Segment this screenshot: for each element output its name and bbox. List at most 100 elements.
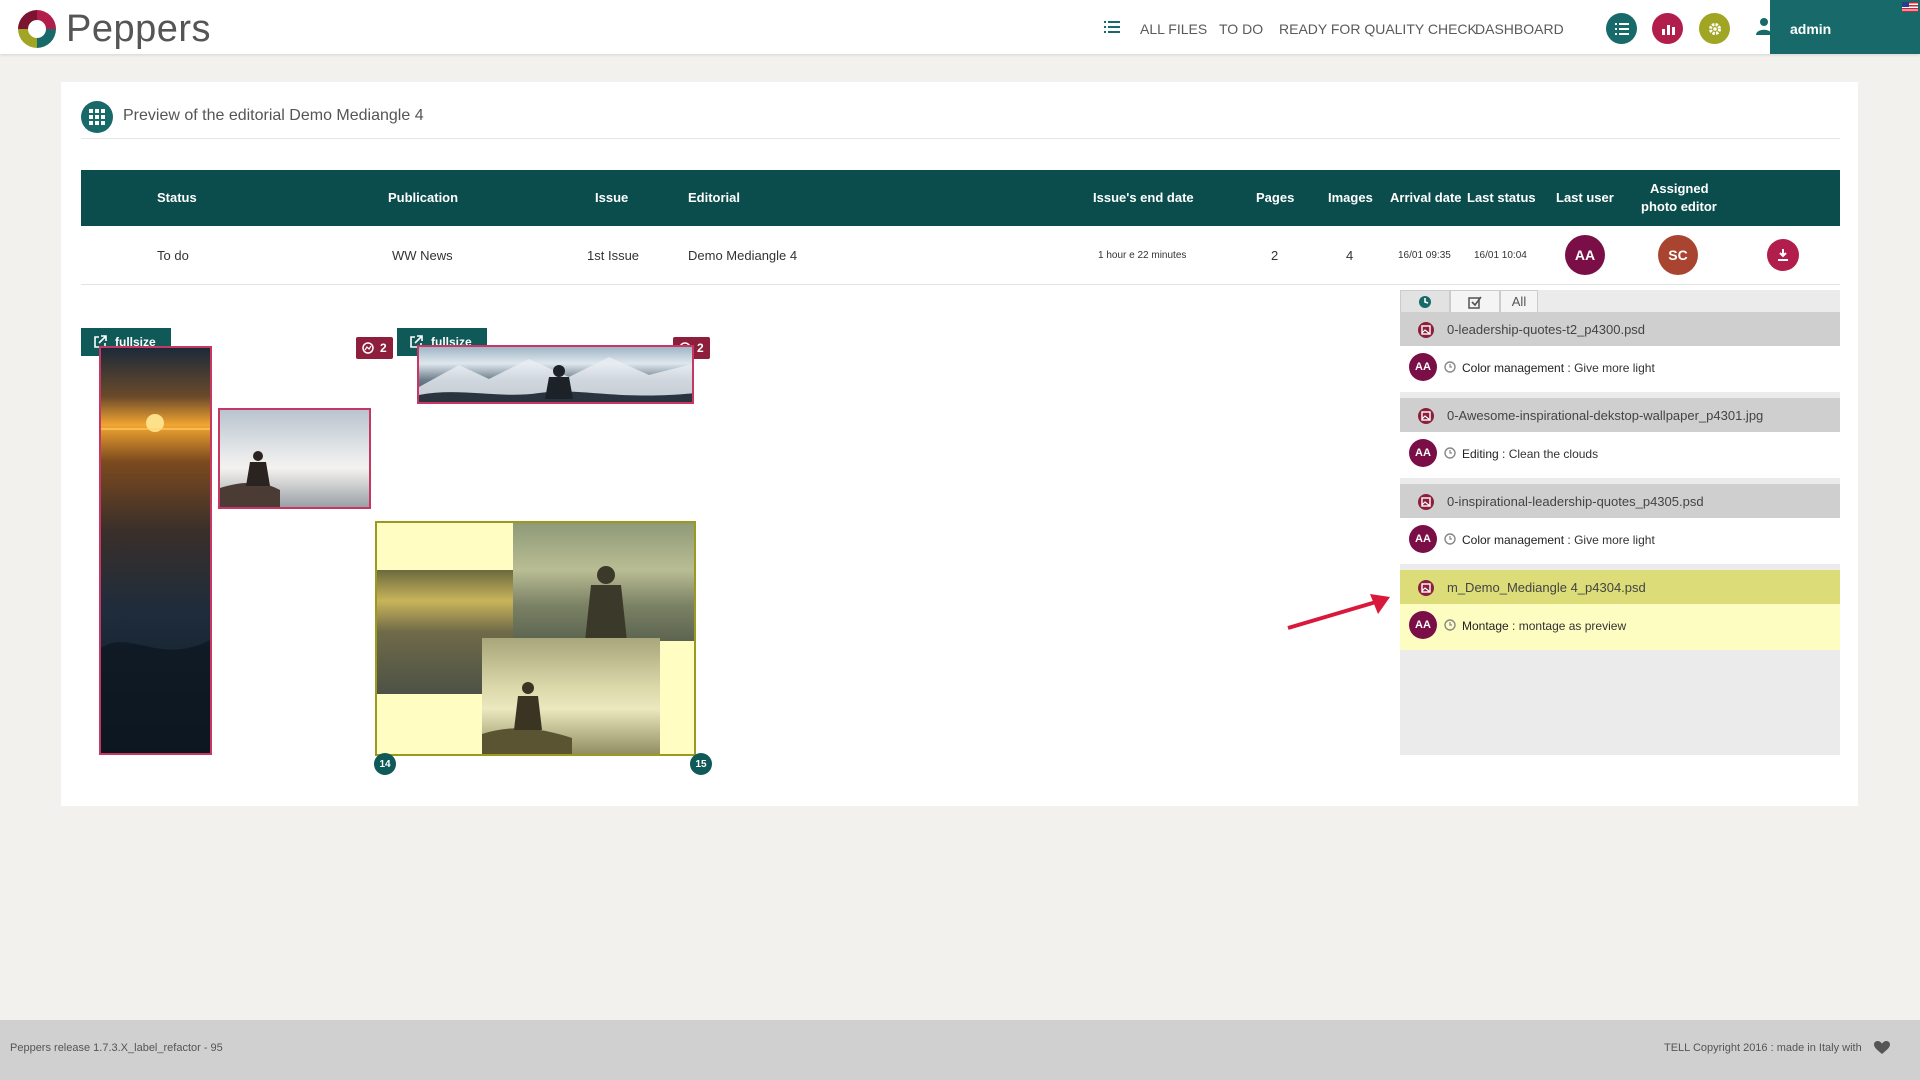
copyright: TELL Copyright 2016 : made in Italy with [1664, 1042, 1862, 1054]
image-icon [1418, 580, 1434, 596]
task-type: Color management [1462, 361, 1565, 375]
col-pages[interactable]: Pages [1256, 189, 1294, 207]
page-title: Preview of the editorial Demo Mediangle … [123, 107, 424, 124]
task-user-avatar[interactable]: AA [1409, 353, 1437, 381]
row-publication: WW News [392, 248, 453, 263]
clock-icon [1444, 361, 1456, 373]
row-images: 4 [1346, 248, 1354, 263]
divider [81, 284, 1840, 285]
task-user-avatar[interactable]: AA [1409, 439, 1437, 467]
download-icon [1778, 249, 1788, 261]
chart-icon [1661, 24, 1675, 35]
col-publication[interactable]: Publication [388, 189, 458, 207]
file-name[interactable]: 0-Awesome-inspirational-dekstop-wallpape… [1447, 408, 1763, 423]
task-user-avatar[interactable]: AA [1409, 611, 1437, 639]
row-editorial[interactable]: Demo Mediangle 4 [688, 248, 797, 263]
row-pages: 2 [1271, 248, 1279, 263]
col-arrival-date[interactable]: Arrival date [1390, 189, 1462, 207]
task-note: Give more light [1574, 361, 1655, 375]
photo-sunset[interactable] [99, 346, 212, 755]
nav-dashboard[interactable]: DASHBOARD [1475, 21, 1564, 37]
page-number-right[interactable]: 15 [690, 753, 712, 775]
col-end-date[interactable]: Issue's end date [1093, 189, 1194, 207]
col-status[interactable]: Status [157, 189, 197, 207]
tab-all[interactable]: All [1500, 290, 1538, 312]
mountain-shape [419, 357, 692, 402]
heart-icon [1874, 1041, 1890, 1054]
image-count-badge[interactable]: 2 [356, 337, 393, 359]
task-note: montage as preview [1518, 619, 1627, 633]
col-last-status[interactable]: Last status [1467, 189, 1536, 207]
task-type: Color management [1462, 533, 1565, 547]
col-photo-editor-label[interactable]: photo editor [1641, 198, 1717, 216]
clock-icon [1444, 447, 1456, 459]
task-note: Give more light [1574, 533, 1655, 547]
release-info: Peppers release 1.7.3.X_label_refactor -… [10, 1042, 223, 1054]
task-description: Editing : Clean the clouds [1462, 447, 1598, 461]
tab-in-progress[interactable] [1400, 290, 1450, 312]
list-view-button[interactable] [1606, 13, 1637, 44]
col-last-user[interactable]: Last user [1556, 189, 1614, 207]
photo-clouds[interactable] [218, 408, 371, 509]
sun-shape [101, 414, 210, 753]
clock-icon [1419, 295, 1431, 308]
tab-completed[interactable] [1450, 290, 1500, 312]
list-icon [1104, 21, 1120, 33]
row-issue: 1st Issue [587, 248, 640, 263]
nav-all-files[interactable]: ALL FILES [1140, 21, 1207, 37]
task-type: Editing [1462, 447, 1499, 461]
footer [0, 1020, 1920, 1080]
divider [81, 138, 1840, 139]
task-user-avatar[interactable]: AA [1409, 525, 1437, 553]
col-editorial[interactable]: Editorial [688, 189, 740, 207]
image-count: 2 [380, 341, 387, 355]
row-end-date: 1 hour e 22 minutes [1098, 250, 1187, 261]
file-name[interactable]: m_Demo_Mediangle 4_p4304.psd [1447, 580, 1646, 595]
arrow-annotation [1287, 594, 1390, 630]
checkbox-icon [1468, 296, 1482, 309]
gear-icon [1708, 22, 1721, 35]
col-images[interactable]: Images [1328, 189, 1373, 207]
clock-icon [1444, 533, 1456, 545]
task-separator: : [1564, 361, 1575, 375]
person-silhouette [220, 451, 280, 507]
row-status: To do [157, 248, 189, 263]
list-icon [1614, 22, 1629, 35]
task-type: Montage [1462, 619, 1509, 633]
image-count: 2 [697, 341, 704, 355]
image-icon [1418, 408, 1434, 424]
download-button[interactable] [1767, 239, 1799, 271]
grid-icon [81, 101, 113, 133]
file-name[interactable]: 0-leadership-quotes-t2_p4300.psd [1447, 322, 1645, 337]
photo-editor-avatar[interactable]: SC [1658, 235, 1698, 275]
image-icon [362, 342, 374, 354]
flag-icon[interactable] [1902, 2, 1918, 12]
montage-frame[interactable] [375, 521, 696, 756]
photo-landscape[interactable] [417, 345, 694, 404]
task-separator: : [1508, 619, 1519, 633]
clock-icon [1444, 619, 1456, 631]
image-icon [1418, 494, 1434, 510]
task-separator: : [1498, 447, 1509, 461]
nav-to-do[interactable]: TO DO [1219, 21, 1263, 37]
image-icon [1418, 322, 1434, 338]
brand-name[interactable]: Peppers [66, 8, 211, 51]
row-last-status: 16/01 10:04 [1474, 250, 1527, 261]
task-separator: : [1564, 533, 1575, 547]
stats-button[interactable] [1652, 13, 1683, 44]
peppers-logo-icon[interactable] [16, 8, 58, 50]
file-name[interactable]: 0-inspirational-leadership-quotes_p4305.… [1447, 494, 1704, 509]
last-user-avatar[interactable]: AA [1565, 235, 1605, 275]
page-number-left[interactable]: 14 [374, 753, 396, 775]
settings-button[interactable] [1699, 13, 1730, 44]
task-description: Color management : Give more light [1462, 533, 1655, 547]
col-assigned-label[interactable]: Assigned [1650, 180, 1709, 198]
task-note: Clean the clouds [1508, 447, 1599, 461]
task-description: Montage : montage as preview [1462, 619, 1626, 633]
nav-ready-quality-check[interactable]: READY FOR QUALITY CHECK [1279, 21, 1477, 37]
col-issue[interactable]: Issue [595, 189, 628, 207]
user-icon [1756, 18, 1772, 35]
user-name[interactable]: admin [1790, 21, 1831, 37]
row-arrival-date: 16/01 09:35 [1398, 250, 1451, 261]
task-description: Color management : Give more light [1462, 361, 1655, 375]
